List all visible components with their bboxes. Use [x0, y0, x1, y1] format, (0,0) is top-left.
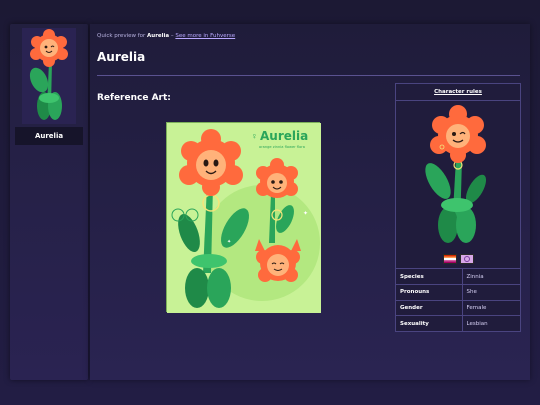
breadcrumb-separator: –	[170, 33, 174, 39]
lesbian-flag-icon	[442, 253, 457, 264]
character-details-table: Species Zinnia Pronouns She Gender Femal…	[396, 269, 520, 332]
character-rules-link[interactable]: Character rules	[434, 89, 482, 95]
breadcrumb: Quick preview for Aurelia – See more in …	[97, 33, 235, 39]
page-title: Aurelia	[97, 50, 146, 64]
character-info-panel: Character rules Species Zinnia Pronouns …	[395, 83, 521, 332]
svg-text:✦: ✦	[227, 239, 231, 245]
title-divider	[97, 75, 520, 76]
panel-character-image[interactable]	[396, 101, 520, 249]
svg-text:✦: ✦	[303, 210, 308, 217]
main-content: Quick preview for Aurelia – See more in …	[90, 24, 530, 380]
panel-header: Character rules	[396, 84, 520, 101]
pronouns-value: She	[462, 284, 520, 301]
gender-label: Gender	[396, 300, 463, 317]
sidebar-character-name[interactable]: Aurelia	[15, 127, 83, 145]
ref-art-subtitle: orange zinnia flower flora	[259, 145, 305, 149]
sexuality-label: Sexuality	[396, 315, 463, 332]
table-row: Sexuality Lesbian	[396, 315, 520, 332]
identity-flags	[396, 249, 520, 269]
breadcrumb-prefix: Quick preview for	[97, 33, 146, 39]
reference-art-heading: Reference Art:	[97, 93, 171, 103]
sidebar-character-thumbnail[interactable]	[22, 28, 76, 124]
svg-text:♀: ♀	[251, 131, 258, 141]
species-label: Species	[396, 269, 463, 286]
ref-art-logo-text: Aurelia	[260, 129, 308, 143]
gender-value: Female	[462, 300, 520, 317]
breadcrumb-character-name: Aurelia	[147, 33, 170, 39]
table-row: Pronouns She	[396, 284, 520, 301]
intersex-flag-icon	[459, 253, 474, 264]
table-row: Species Zinnia	[396, 269, 520, 286]
see-more-link[interactable]: See more in Fuhverse	[175, 33, 235, 39]
sidebar: Aurelia	[10, 24, 88, 380]
table-row: Gender Female	[396, 300, 520, 317]
sexuality-value: Lesbian	[466, 320, 488, 327]
species-value: Zinnia	[462, 269, 520, 286]
pronouns-label: Pronouns	[396, 284, 463, 301]
reference-art-image[interactable]: ♀ Aurelia orange zinnia flower flora ✦ ✦	[166, 122, 321, 313]
